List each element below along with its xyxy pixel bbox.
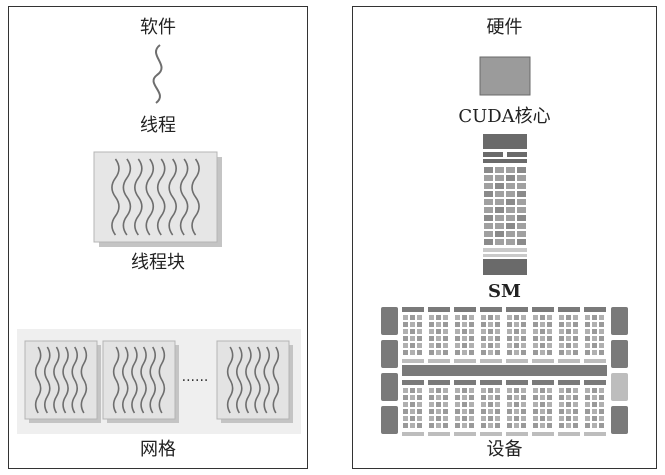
thread-block-label: 线程块 <box>131 252 185 273</box>
device-label: 设备 <box>486 439 523 460</box>
grid-block-2 <box>102 340 179 423</box>
device-side-right <box>611 307 628 434</box>
grid-label: 网格 <box>140 439 176 460</box>
grid-block-3 <box>216 340 293 423</box>
grid-block-1 <box>24 340 101 423</box>
grid-ellipsis: ······ <box>182 373 209 389</box>
device-center-bar <box>402 365 607 376</box>
hardware-diagram <box>381 56 628 436</box>
device-side-left <box>381 307 398 434</box>
hardware-panel: 硬件 CUDA核心 SM 设备 <box>352 6 657 469</box>
sm-label: SM <box>488 281 521 302</box>
sm <box>483 134 527 275</box>
cuda-core <box>479 56 531 96</box>
sm-cells <box>483 152 527 257</box>
cuda-core-label: CUDA核心 <box>458 106 551 127</box>
grid: ······ <box>17 329 301 434</box>
software-panel: 软件 ······ 线程 线程块 网格 <box>8 6 308 469</box>
thread-wave <box>152 44 163 104</box>
thread-label: 线程 <box>140 115 176 136</box>
device <box>381 307 628 436</box>
thread-block <box>93 151 222 247</box>
software-diagram: ······ <box>17 44 301 434</box>
